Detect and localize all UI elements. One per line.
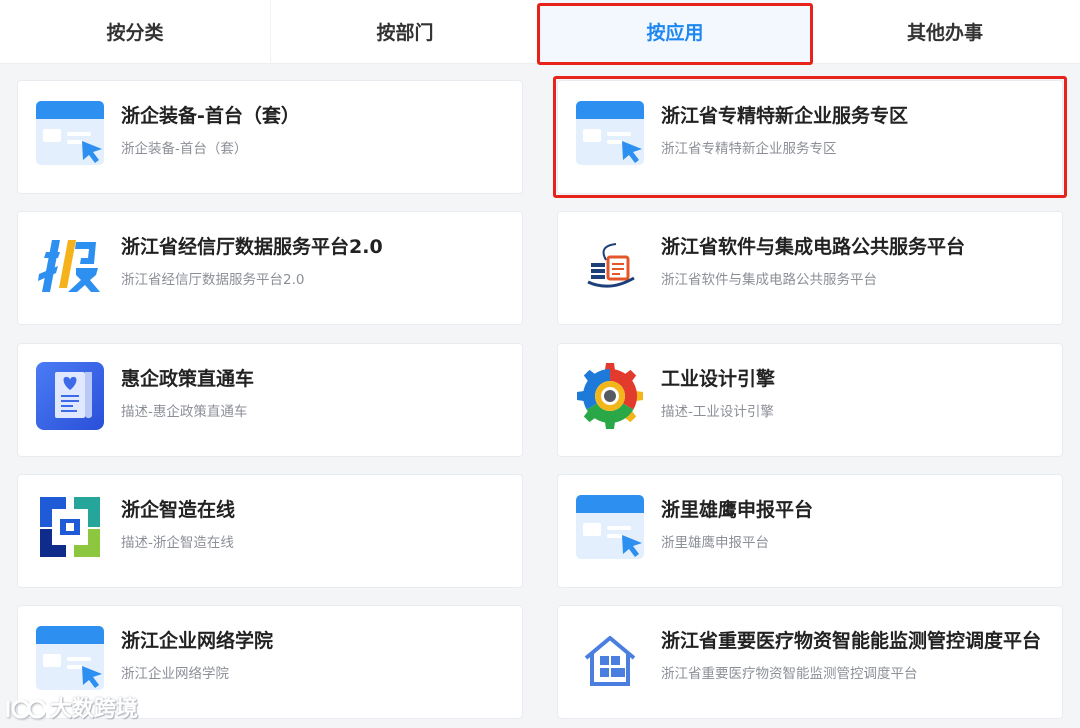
card-title: 浙里雄鹰申报平台	[661, 499, 814, 521]
gear-logo-icon	[577, 363, 643, 429]
card-title: 浙江省软件与集成电路公共服务平台	[661, 236, 966, 258]
app-card-medical-supplies-platform[interactable]: 浙江省重要医疗物资智能能监测管控调度平台 浙江省重要医疗物资智能监测管控调度平台	[557, 605, 1063, 719]
card-title: 浙江省经信厅数据服务平台2.0	[121, 236, 383, 258]
app-window-icon	[36, 101, 104, 165]
card-description: 描述-惠企政策直通车	[121, 404, 248, 420]
app-card-eagle-declaration[interactable]: 浙里雄鹰申报平台 浙里雄鹰申报平台	[557, 474, 1063, 588]
watermark-text: 大数跨境	[50, 697, 139, 722]
app-card-data-service-platform[interactable]: 浙江省经信厅数据服务平台2.0 浙江省经信厅数据服务平台2.0	[17, 211, 523, 325]
category-tab-bar: 按分类 按部门 按应用 其他办事	[0, 0, 1080, 64]
card-description: 浙江企业网络学院	[121, 666, 229, 682]
app-card-zheqi-equipment[interactable]: 浙企装备-首台（套） 浙企装备-首台（套）	[17, 80, 523, 194]
warehouse-icon	[584, 636, 636, 686]
card-description: 浙江省软件与集成电路公共服务平台	[661, 272, 877, 288]
card-title: 工业设计引擎	[661, 368, 776, 390]
watermark-logo-icon	[6, 699, 46, 719]
card-title: 浙江企业网络学院	[121, 630, 274, 652]
watermark: 大数跨境	[4, 690, 138, 724]
card-description: 浙江省经信厅数据服务平台2.0	[121, 272, 305, 288]
policy-document-icon	[36, 362, 104, 430]
tab-other-services[interactable]: 其他办事	[810, 0, 1080, 63]
software-platform-logo-icon	[587, 243, 635, 288]
bao-report-icon	[38, 240, 100, 292]
app-card-policy-express[interactable]: 惠企政策直通车 描述-惠企政策直通车	[17, 343, 523, 457]
tab-label: 按分类	[106, 22, 164, 44]
card-title: 浙江省专精特新企业服务专区	[661, 105, 909, 127]
tab-label: 按部门	[376, 22, 434, 44]
smart-manufacturing-logo-icon	[40, 497, 100, 557]
card-description: 浙里雄鹰申报平台	[661, 535, 769, 551]
tab-label: 按应用	[646, 22, 704, 44]
app-window-icon	[576, 495, 644, 559]
card-title: 浙江省重要医疗物资智能能监测管控调度平台	[661, 630, 1042, 652]
card-description: 描述-浙企智造在线	[121, 535, 234, 551]
app-card-specialized-enterprise-zone[interactable]: 浙江省专精特新企业服务专区 浙江省专精特新企业服务专区	[557, 80, 1063, 194]
card-title: 浙企装备-首台（套）	[121, 105, 300, 127]
app-window-icon	[576, 101, 644, 165]
app-card-software-ic-platform[interactable]: 浙江省软件与集成电路公共服务平台 浙江省软件与集成电路公共服务平台	[557, 211, 1063, 325]
app-card-smart-manufacturing[interactable]: 浙企智造在线 描述-浙企智造在线	[17, 474, 523, 588]
card-description: 描述-工业设计引擎	[661, 404, 774, 420]
tab-by-application[interactable]: 按应用	[540, 0, 810, 63]
card-title: 惠企政策直通车	[121, 368, 255, 390]
card-title: 浙企智造在线	[121, 499, 236, 521]
card-description: 浙企装备-首台（套）	[121, 141, 248, 157]
card-description: 浙江省专精特新企业服务专区	[661, 141, 837, 157]
tab-by-department[interactable]: 按部门	[270, 0, 540, 63]
card-description: 浙江省重要医疗物资智能监测管控调度平台	[661, 666, 918, 682]
app-card-industrial-design-engine[interactable]: 工业设计引擎 描述-工业设计引擎	[557, 343, 1063, 457]
app-window-icon	[36, 626, 104, 690]
tab-by-category[interactable]: 按分类	[0, 0, 270, 63]
tab-label: 其他办事	[906, 22, 983, 44]
